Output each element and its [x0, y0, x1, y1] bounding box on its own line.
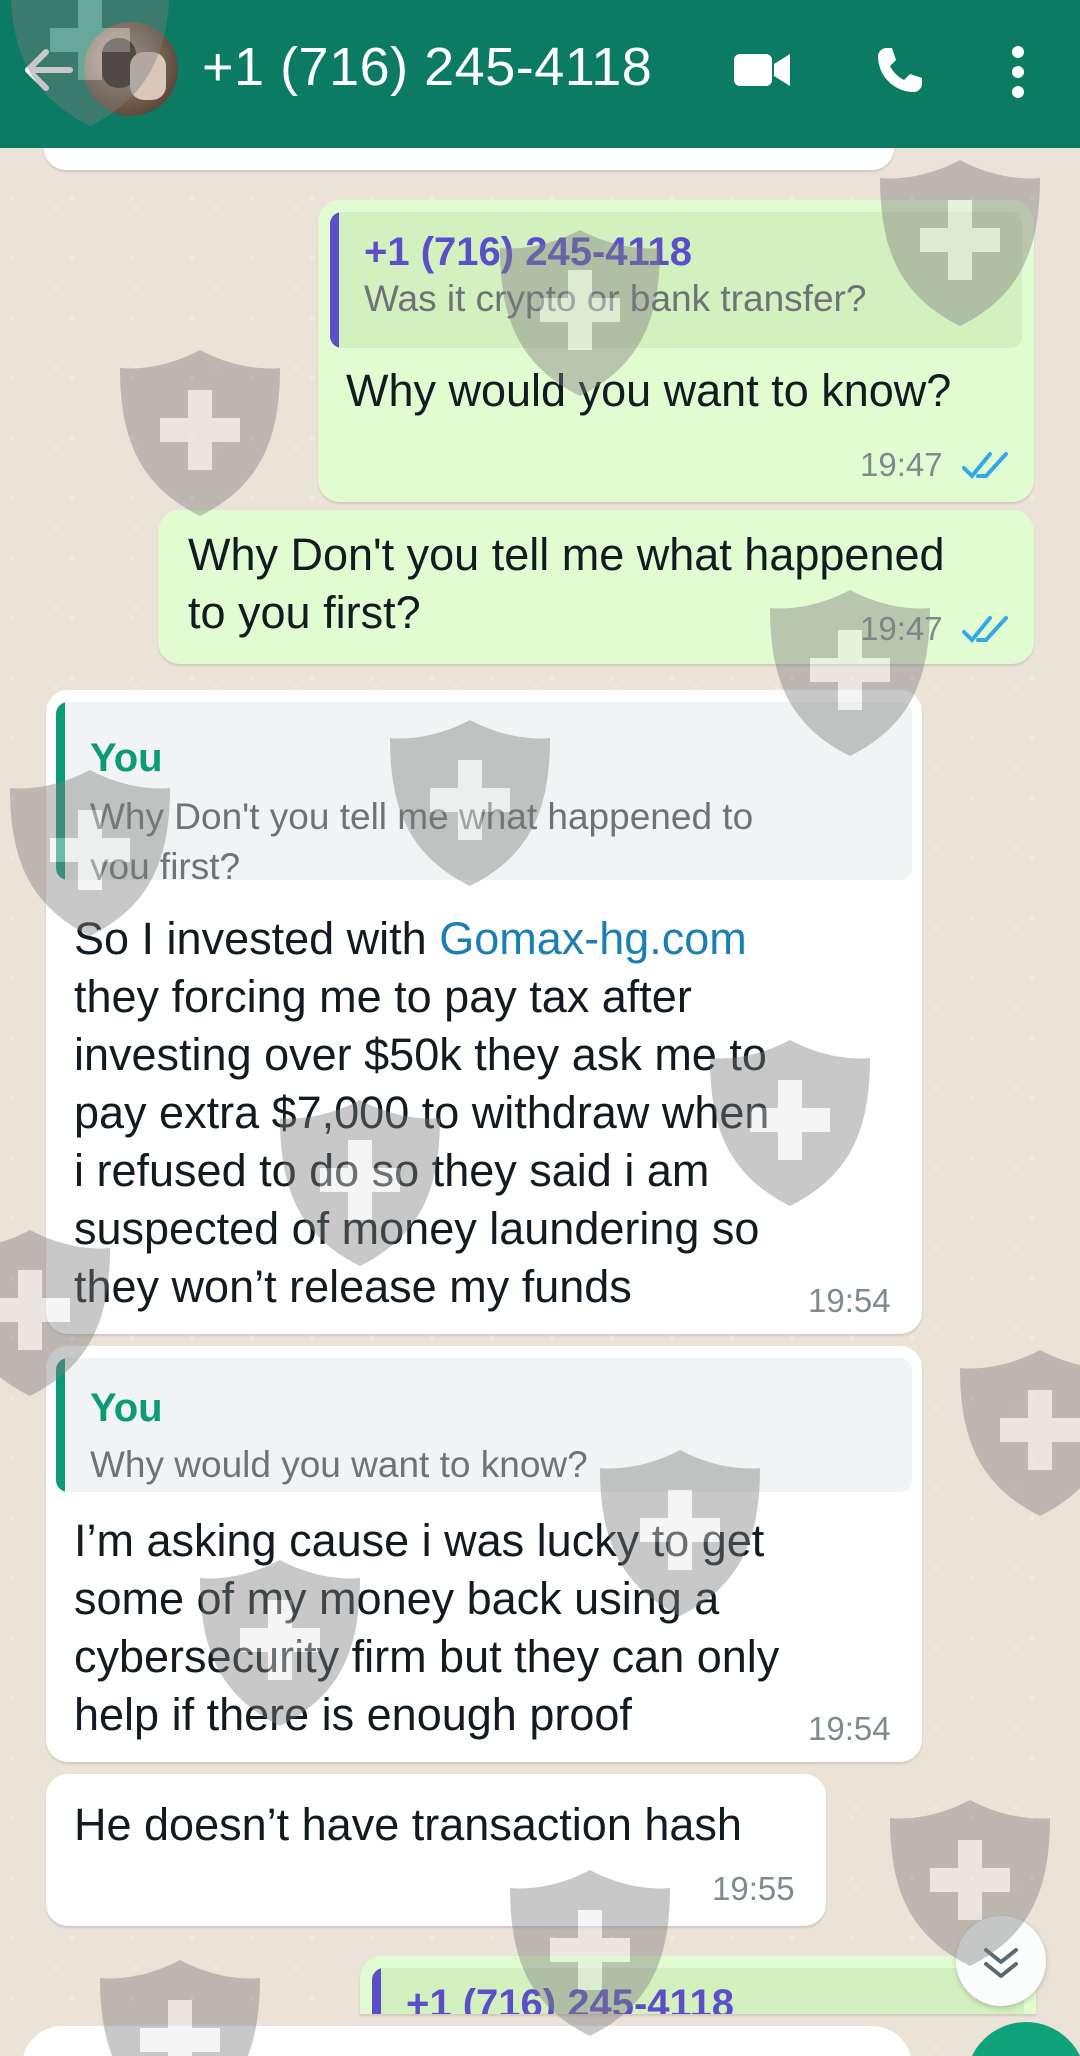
- message-text-line: suspected of money laundering so: [74, 1203, 760, 1254]
- message-text-line: they won’t release my funds: [74, 1261, 632, 1312]
- quoted-message[interactable]: You Why would you want to know?: [56, 1358, 912, 1492]
- quote-author: +1 (716) 245-4118: [364, 230, 693, 274]
- quote-bar: [372, 1968, 381, 2014]
- message-text-line: So I invested with Gomax-hg.com: [74, 910, 747, 968]
- message-text-line: pay extra $7,000 to withdraw when: [74, 1087, 770, 1138]
- double-chevron-down-icon: [984, 1948, 1018, 1978]
- quote-text: Was it crypto or bank transfer?: [364, 278, 867, 319]
- phone-icon[interactable]: [872, 42, 928, 103]
- quote-author: You: [90, 1386, 163, 1430]
- message-text: Why would you want to know?: [346, 365, 952, 416]
- message-text: He doesn’t have transaction hash: [74, 1799, 742, 1850]
- quoted-message[interactable]: You Why Don't you tell me what happened …: [56, 702, 912, 880]
- message-text-line: some of my money back using a: [74, 1573, 720, 1624]
- message-text-line: to you first?: [188, 587, 421, 638]
- video-camera-icon[interactable]: [732, 42, 792, 103]
- message-time: 19:47: [860, 446, 943, 483]
- quote-text-line: Why Don't you tell me what happened to: [90, 796, 754, 837]
- message-bubble-outgoing[interactable]: +1 (716) 245-4118 Was it crypto or bank …: [318, 200, 1034, 502]
- message-text-line: they forcing me to pay tax after: [74, 971, 692, 1022]
- message-bubble-outgoing[interactable]: +1 (716) 245-4118: [360, 1956, 1036, 2014]
- quote-bar: [56, 1358, 65, 1492]
- contact-name[interactable]: +1 (716) 245-4118: [202, 36, 652, 98]
- message-text-line: I’m asking cause i was lucky to get: [74, 1515, 765, 1566]
- message-bubble-outgoing[interactable]: Why Don't you tell me what happened to y…: [158, 510, 1034, 664]
- scroll-to-bottom-button[interactable]: [956, 1916, 1046, 2006]
- read-ticks-icon: [962, 614, 1010, 651]
- message-time: 19:55: [712, 1870, 795, 1907]
- quote-bar: [56, 702, 65, 880]
- quote-author: You: [90, 736, 163, 780]
- message-time: 19:54: [808, 1710, 891, 1747]
- more-vertical-icon[interactable]: [998, 42, 1038, 107]
- message-bubble-incoming[interactable]: He doesn’t have transaction hash 19:55: [46, 1774, 826, 1926]
- message-text-line: help if there is enough proof: [74, 1689, 632, 1740]
- message-time: 19:47: [860, 610, 943, 647]
- message-time: 19:54: [808, 1282, 891, 1319]
- quoted-message[interactable]: +1 (716) 245-4118: [372, 1968, 1024, 2014]
- message-input[interactable]: [22, 2026, 912, 2056]
- message-text-line: i refused to do so they said i am: [74, 1145, 710, 1196]
- message-bubble-incoming[interactable]: You Why would you want to know? I’m aski…: [46, 1346, 922, 1762]
- quoted-message[interactable]: +1 (716) 245-4118 Was it crypto or bank …: [330, 212, 1022, 348]
- quote-text-line: you first?: [90, 846, 241, 880]
- chat-header: +1 (716) 245-4118: [0, 0, 1080, 148]
- message-text-prefix: So I invested with: [74, 913, 440, 964]
- arrow-left-icon[interactable]: [18, 40, 78, 100]
- message-bubble-incoming[interactable]: You Why Don't you tell me what happened …: [46, 690, 922, 1334]
- message-text-line: investing over $50k they ask me to: [74, 1029, 767, 1080]
- read-ticks-icon: [962, 450, 1010, 487]
- message-text-line: cybersecurity firm but they can only: [74, 1631, 780, 1682]
- avatar[interactable]: [84, 22, 178, 116]
- message-link[interactable]: Gomax-hg.com: [439, 913, 747, 964]
- quote-author: +1 (716) 245-4118: [406, 1982, 735, 2014]
- message-text-line: Why Don't you tell me what happened: [188, 529, 945, 580]
- quote-bar: [330, 212, 339, 348]
- quote-text: Why would you want to know?: [90, 1444, 588, 1485]
